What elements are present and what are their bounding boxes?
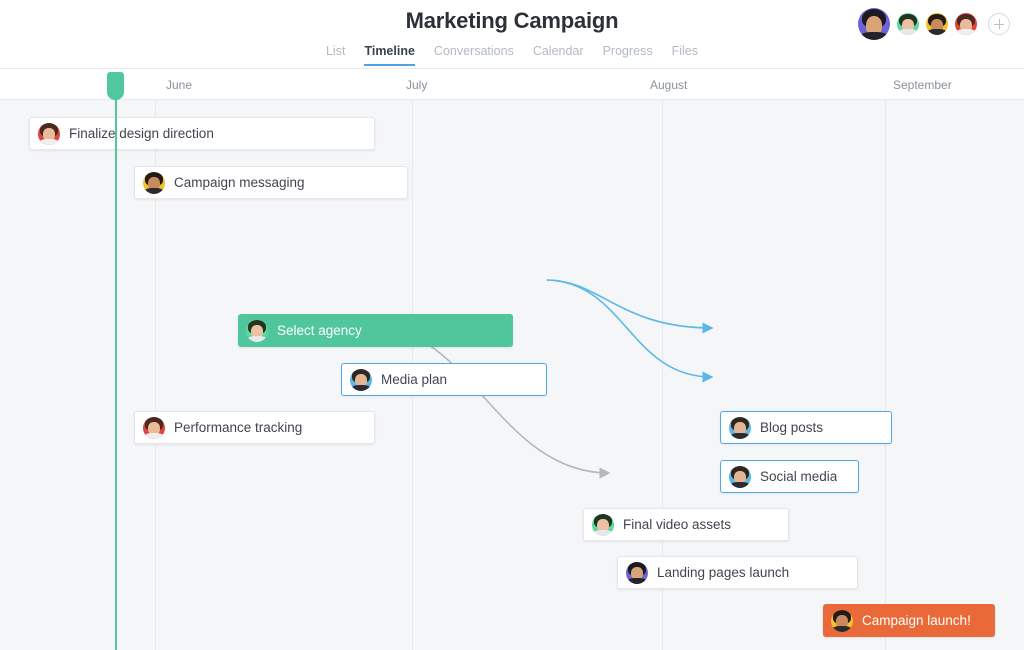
task-label: Social media (760, 469, 838, 484)
task-label: Select agency (277, 323, 362, 338)
member-avatar-4[interactable] (953, 11, 979, 37)
add-member-button[interactable] (988, 13, 1010, 35)
member-avatar-2[interactable] (895, 11, 921, 37)
task-finalize-design-direction[interactable]: Finalize design direction (29, 117, 375, 150)
tab-bar: List Timeline Conversations Calendar Progres… (0, 44, 1024, 66)
task-assignee-avatar (626, 561, 648, 584)
task-blog-posts[interactable]: Blog posts (720, 411, 892, 444)
task-media-plan[interactable]: Media plan (341, 363, 547, 396)
month-label-august: August (650, 78, 688, 92)
task-label: Landing pages launch (657, 565, 790, 580)
tab-progress[interactable]: Progress (603, 44, 653, 66)
task-performance-tracking[interactable]: Performance tracking (134, 411, 375, 444)
connector-performance-tracking-to-landing-pages (375, 327, 611, 479)
connector-media-plan-to-social-media (546, 279, 714, 383)
task-final-video-assets[interactable]: Final video assets (583, 508, 789, 541)
task-label: Campaign messaging (174, 175, 305, 190)
task-campaign-messaging[interactable]: Campaign messaging (134, 166, 408, 199)
today-marker-line (115, 100, 117, 650)
task-assignee-avatar (831, 609, 853, 632)
tab-list[interactable]: List (326, 44, 345, 66)
task-assignee-avatar (592, 513, 614, 536)
task-assignee-avatar (38, 122, 60, 145)
tab-calendar[interactable]: Calendar (533, 44, 584, 66)
tab-files[interactable]: Files (672, 44, 698, 66)
task-assignee-avatar (350, 368, 372, 391)
month-label-september: September (893, 78, 952, 92)
timeline-canvas: Finalize design direction Campaign messag… (0, 100, 1024, 650)
timeline-app: Marketing Campaign List Timeline Conversat… (0, 0, 1024, 650)
task-label: Media plan (381, 372, 448, 387)
task-label: Final video assets (623, 517, 732, 532)
connector-media-plan-to-blog-posts (546, 279, 714, 334)
member-avatar-1[interactable] (856, 6, 892, 42)
task-campaign-launch[interactable]: Campaign launch! (823, 604, 995, 637)
task-assignee-avatar (246, 319, 268, 342)
app-header: Marketing Campaign List Timeline Conversat… (0, 0, 1024, 69)
task-assignee-avatar (143, 416, 165, 439)
task-label: Performance tracking (174, 420, 303, 435)
task-assignee-avatar (143, 171, 165, 194)
month-header: June July August September (0, 69, 1024, 100)
task-assignee-avatar (729, 416, 751, 439)
task-label: Blog posts (760, 420, 824, 435)
member-avatar-3[interactable] (924, 11, 950, 37)
month-label-june: June (166, 78, 193, 92)
task-landing-pages-launch[interactable]: Landing pages launch (617, 556, 858, 589)
tab-conversations[interactable]: Conversations (434, 44, 514, 66)
member-avatar-group (856, 6, 1010, 42)
month-label-july: July (406, 78, 428, 92)
task-label: Campaign launch! (862, 613, 971, 628)
task-label: Finalize design direction (69, 126, 214, 141)
tab-timeline[interactable]: Timeline (364, 44, 415, 66)
task-social-media[interactable]: Social media (720, 460, 859, 493)
task-assignee-avatar (729, 465, 751, 488)
today-marker-pin-icon (107, 72, 124, 100)
task-select-agency[interactable]: Select agency (238, 314, 513, 347)
